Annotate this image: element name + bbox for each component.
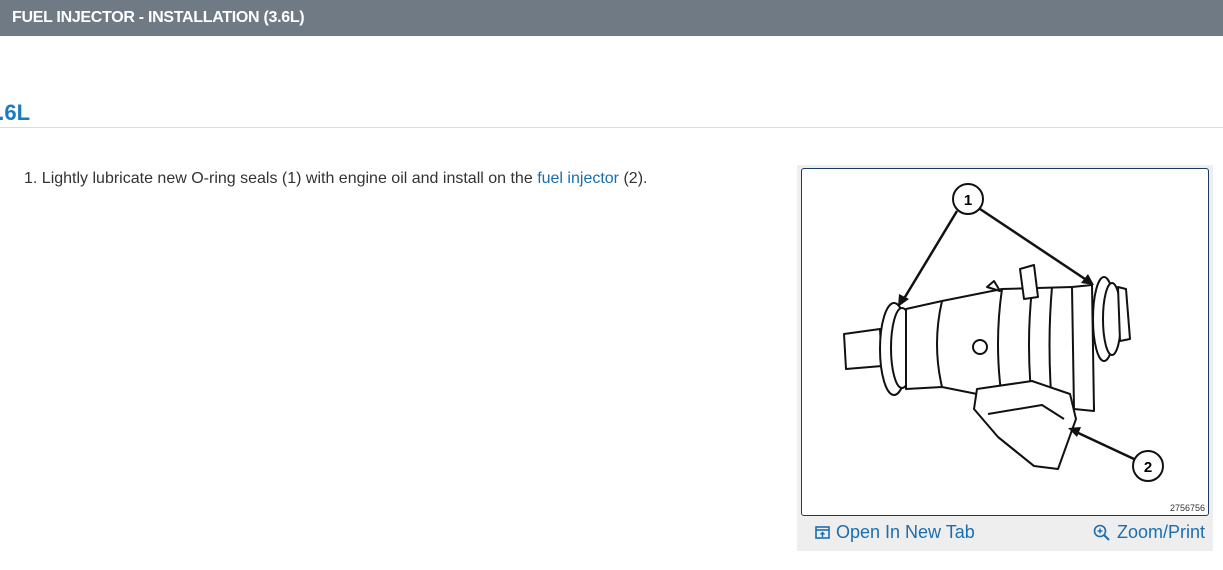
open-in-new-tab-icon xyxy=(815,526,830,539)
open-in-new-tab-button[interactable]: Open In New Tab xyxy=(815,522,975,543)
step-1: 1. Lightly lubricate new O-ring seals (1… xyxy=(24,170,647,188)
step-number: 1. xyxy=(24,170,38,187)
page-header: FUEL INJECTOR - INSTALLATION (3.6L) xyxy=(0,0,1223,36)
fuel-injector-link[interactable]: fuel injector xyxy=(537,170,619,187)
figure-id: 2756756 xyxy=(1169,503,1205,513)
callout-1: 1 xyxy=(964,192,972,209)
figure-actions: Open In New Tab Zoom/Print xyxy=(801,518,1209,548)
zoom-in-icon xyxy=(1093,524,1110,541)
open-in-new-tab-label: Open In New Tab xyxy=(836,522,975,542)
zoom-print-button[interactable]: Zoom/Print xyxy=(1093,522,1205,543)
figure-image[interactable]: 1 2 2756756 xyxy=(801,168,1209,516)
section-divider xyxy=(0,127,1223,128)
callout-2: 2 xyxy=(1144,459,1152,476)
section-heading: 3.6L xyxy=(0,100,31,125)
step-text-before: Lightly lubricate new O-ring seals (1) w… xyxy=(41,170,533,187)
fuel-injector-illustration: 1 2 xyxy=(843,183,1164,482)
figure-panel: 1 2 2756756 Open In New Tab Zoom/Print xyxy=(797,165,1213,551)
step-text-after: (2). xyxy=(623,170,648,187)
page-title: FUEL INJECTOR - INSTALLATION (3.6L) xyxy=(12,9,305,26)
zoom-print-label: Zoom/Print xyxy=(1116,522,1205,542)
